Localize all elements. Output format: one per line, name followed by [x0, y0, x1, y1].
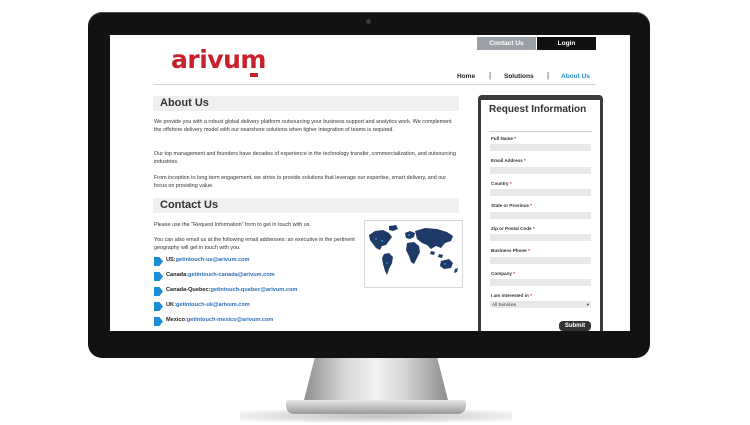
state-province-label: State or Province *: [491, 203, 532, 208]
email-link[interactable]: getintouch-us@arivum.com: [176, 257, 250, 263]
nav-solutions[interactable]: Solutions: [504, 73, 534, 80]
submit-button[interactable]: Submit: [559, 321, 591, 331]
state-province-input[interactable]: [490, 212, 591, 219]
world-map-icon: [369, 225, 458, 275]
browser-screen: arivum Contact Us Login Home | Solutions…: [110, 35, 630, 331]
country-label: Country *: [491, 181, 512, 186]
email-link[interactable]: getintouch-uk@arivum.com: [176, 302, 250, 308]
arrow-bullet-icon: [154, 257, 163, 266]
contact-heading: Contact Us: [153, 198, 459, 213]
postal-code-label: Zip or Postal Code *: [491, 226, 535, 231]
email-link[interactable]: getintouch-quebec@arivum.com: [210, 287, 297, 293]
monitor-stand-base: [286, 400, 466, 414]
nav-separator: |: [489, 71, 492, 80]
about-paragraph: From inception to long term engagement, …: [154, 175, 447, 189]
form-title: Request Information: [489, 104, 587, 115]
postal-code-input[interactable]: [490, 234, 591, 241]
full-name-input[interactable]: [490, 144, 591, 151]
business-phone-label: Business Phone *: [491, 248, 530, 253]
arrow-bullet-icon: [154, 317, 163, 326]
email-region: Mexico:: [166, 317, 187, 323]
about-paragraph: Our top management and founders have dec…: [154, 151, 457, 165]
world-map-panel: [364, 220, 463, 288]
full-name-label: Full Name *: [491, 136, 517, 141]
nav-about-us[interactable]: About Us: [561, 73, 590, 80]
monitor-stand-neck: [303, 358, 449, 404]
about-paragraph: We provide you with a robust global deli…: [154, 119, 452, 133]
interest-selected-value: All Services: [492, 302, 516, 307]
nav-separator: |: [547, 71, 550, 80]
header-divider: [154, 84, 596, 85]
about-heading: About Us: [153, 96, 459, 111]
contact-email-intro: You can also email us at the following e…: [154, 237, 355, 251]
email-link[interactable]: getintouch-canada@arivum.com: [188, 272, 275, 278]
camera-icon: [366, 19, 371, 24]
country-input[interactable]: [490, 189, 591, 196]
chevron-down-icon: ▾: [586, 302, 589, 307]
form-title-divider: [489, 131, 592, 132]
company-input[interactable]: [490, 279, 591, 286]
email-address-label: Email Address *: [491, 158, 526, 163]
request-information-panel: Request Information Full Name * Email Ad…: [478, 95, 603, 331]
interest-select[interactable]: All Services ▾: [490, 301, 591, 308]
arrow-bullet-icon: [154, 272, 163, 281]
arrow-bullet-icon: [154, 302, 163, 311]
email-address-input[interactable]: [490, 167, 591, 174]
email-region: Canada-Quebec:: [166, 287, 211, 293]
email-region: US:: [166, 257, 176, 263]
business-phone-input[interactable]: [490, 257, 591, 264]
email-region: Canada:: [166, 272, 189, 278]
contact-intro: Please use the "Request Information" for…: [154, 222, 311, 228]
contact-us-button[interactable]: Contact Us: [477, 37, 536, 50]
company-label: Company *: [491, 271, 516, 276]
email-region: UK:: [166, 302, 176, 308]
arrow-bullet-icon: [154, 287, 163, 296]
interest-label: I am interested in *: [491, 293, 532, 298]
logo-flag-icon: [250, 73, 258, 77]
nav-home[interactable]: Home: [457, 73, 475, 80]
arivum-logo[interactable]: arivum: [171, 45, 266, 74]
login-button[interactable]: Login: [537, 37, 596, 50]
request-information-form: Request Information Full Name * Email Ad…: [481, 100, 600, 331]
email-link[interactable]: getintouch-mexico@arivum.com: [187, 317, 274, 323]
